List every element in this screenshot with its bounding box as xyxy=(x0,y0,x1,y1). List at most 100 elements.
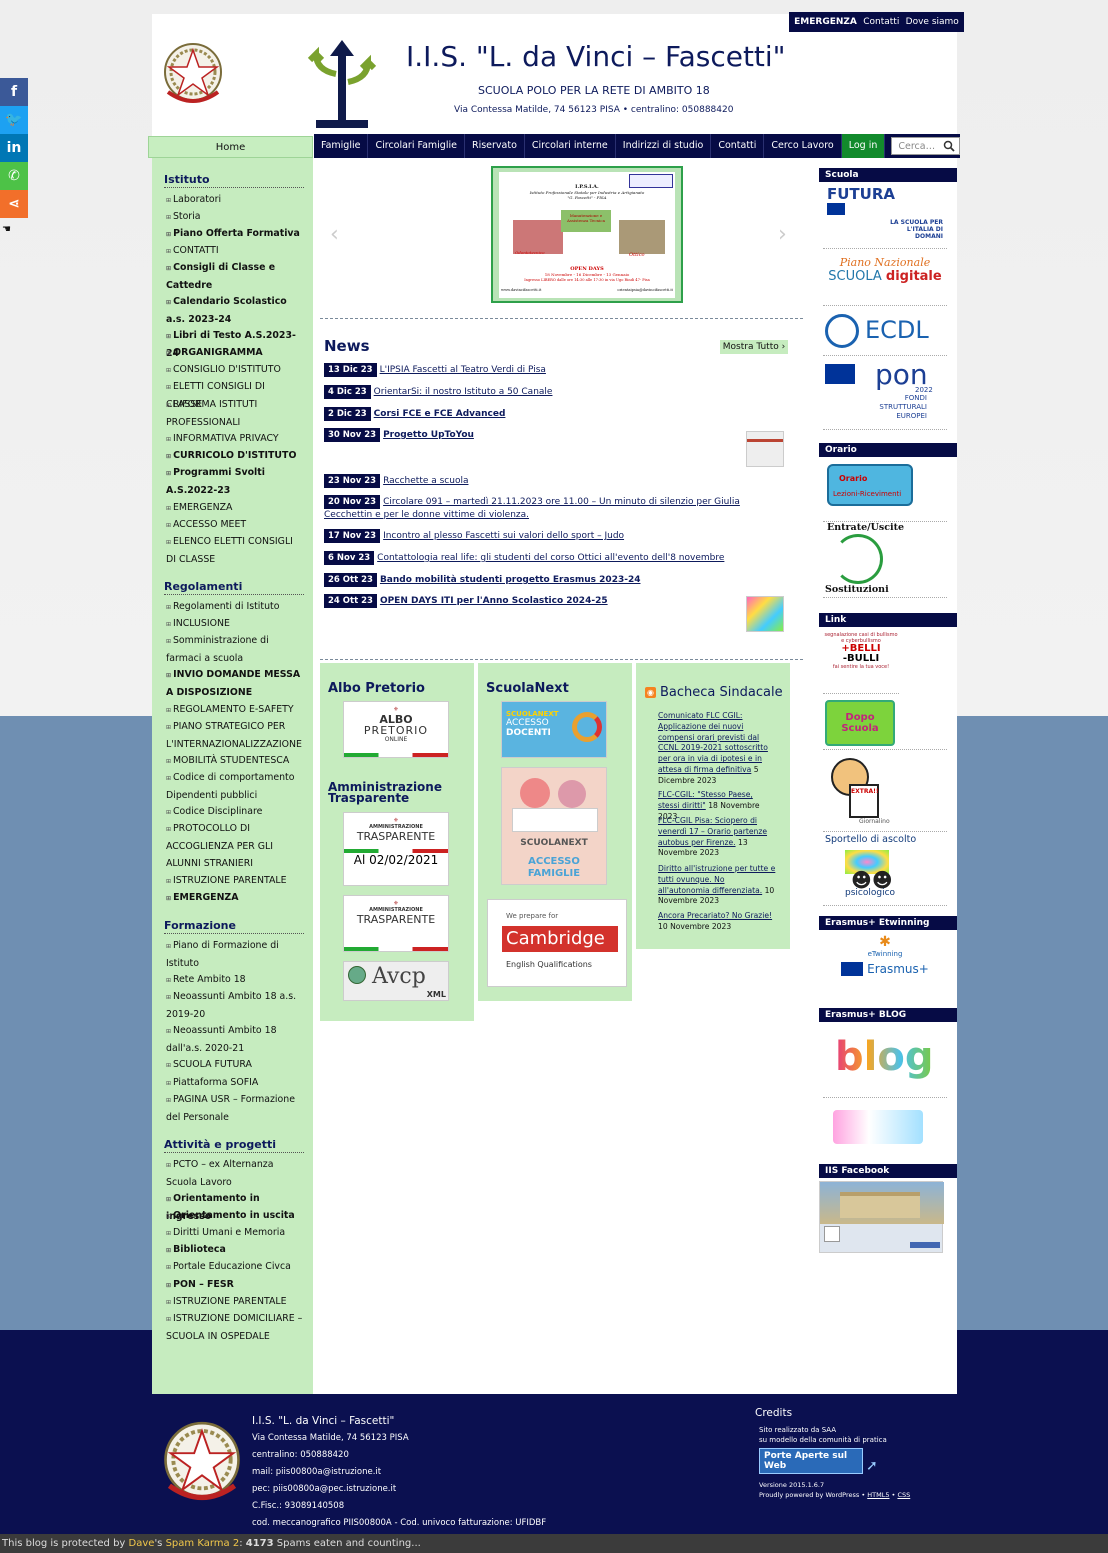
bacheca-link[interactable]: Ancora Precariato? No Grazie! xyxy=(658,911,772,920)
cambridge-badge[interactable]: We prepare for Cambridge English Qualifi… xyxy=(487,899,627,987)
sportello-label[interactable]: Sportello di ascolto xyxy=(825,834,916,845)
sidebar-link[interactable]: ISTRUZIONE PARENTALE xyxy=(166,872,304,890)
sidebar-link[interactable]: EMERGENZA xyxy=(166,889,304,907)
sidebar-link[interactable]: PAGINA USR – Formazione del Personale xyxy=(166,1091,304,1126)
albo-pretorio-badge[interactable]: ⚜ ALBO PRETORIO ONLINE xyxy=(343,701,449,758)
etwinning-erasmus-banner[interactable]: ✱ eTwinning Erasmus+ xyxy=(823,934,947,994)
scuolanext-famiglie-badge[interactable]: SCUOLANEXT ACCESSO FAMIGLIE xyxy=(501,767,607,885)
sidebar-link[interactable]: ACCESSO MEET xyxy=(166,516,304,534)
sidebar-link[interactable]: Calendario Scolastico a.s. 2023-24 xyxy=(166,293,304,328)
topnav-emergenza[interactable]: EMERGENZA xyxy=(794,17,857,27)
html5-link[interactable]: HTML5 xyxy=(867,1491,889,1499)
sidebar-link[interactable]: ORGANIGRAMMA xyxy=(166,344,304,362)
porte-aperte-badge[interactable]: Porte Aperte sul Web xyxy=(759,1448,863,1474)
avcp-badge[interactable]: Avcp XML xyxy=(343,961,449,1001)
news-link[interactable]: Racchette a scuola xyxy=(383,476,468,486)
sidebar-link[interactable]: ELENCO ELETTI CONSIGLI DI CLASSE xyxy=(166,533,304,568)
menu-cerco-lavoro[interactable]: Cerco Lavoro xyxy=(764,134,842,158)
pnsd-banner[interactable]: Piano Nazionale SCUOLA digitale xyxy=(823,256,947,306)
rss-icon[interactable]: ◉ xyxy=(645,687,656,698)
sidebar-link[interactable]: Biblioteca xyxy=(166,1241,304,1259)
entrate-uscite-banner[interactable]: Entrate/Uscite Sostituzioni xyxy=(823,522,947,598)
sidebar-link[interactable]: INCLUSIONE xyxy=(166,615,304,633)
sidebar-link[interactable]: Piattaforma SOFIA xyxy=(166,1074,304,1092)
slider-prev-icon[interactable]: ‹ xyxy=(330,222,339,247)
pon-banner[interactable]: pon 2022 FONDI STRUTTURALI EUROPEI xyxy=(823,358,947,430)
sidebar-link[interactable]: Codice Disciplinare xyxy=(166,803,304,821)
home-link[interactable]: Home xyxy=(148,136,313,158)
news-link[interactable]: Incontro al plesso Fascetti sui valori d… xyxy=(383,531,624,541)
sidebar-link[interactable]: Piano di Formazione di Istituto xyxy=(166,937,304,972)
facebook-page-preview[interactable] xyxy=(819,1181,944,1253)
topnav-contatti[interactable]: Contatti xyxy=(863,17,899,27)
news-link[interactable]: Circolare 091 – martedì 21.11.2023 ore 1… xyxy=(324,497,740,520)
topnav-dove-siamo[interactable]: Dove siamo xyxy=(906,17,959,27)
orario-button[interactable]: Orario Lezioni-Ricevimenti xyxy=(823,462,947,522)
dopo-scuola-banner[interactable]: Dopo Scuola xyxy=(823,698,947,750)
news-link[interactable]: Contattologia real life: gli studenti de… xyxy=(377,553,724,563)
sidebar-link[interactable]: CURRICOLO D'ISTITUTO xyxy=(166,447,304,465)
menu-contatti[interactable]: Contatti xyxy=(711,134,765,158)
sidebar-link[interactable]: Neoassunti Ambito 18 dall'a.s. 2020-21 xyxy=(166,1022,304,1057)
bacheca-link[interactable]: FLC-CGIL Pisa: Sciopero di venerdì 17 – … xyxy=(658,816,767,847)
hide-hand-icon[interactable]: ☚ xyxy=(2,224,11,235)
sidebar-link[interactable]: CONSIGLIO D'ISTITUTO xyxy=(166,361,304,379)
dave-link[interactable]: Dave xyxy=(129,1538,155,1549)
giornalino-banner[interactable]: EXTRA!! Giornalino xyxy=(823,754,947,832)
sidebar-link[interactable]: Somministrazione di farmaci a scuola xyxy=(166,632,304,667)
belli-bulli-banner[interactable]: segnalazione casi di bullismo e cyberbul… xyxy=(823,632,899,694)
whatsapp-icon[interactable]: ✆ xyxy=(0,162,28,190)
translate-banner[interactable] xyxy=(823,1102,947,1154)
sidebar-link[interactable]: Portale Educazione Civca xyxy=(166,1258,304,1276)
sidebar-link[interactable]: INFORMATIVA PRIVACY xyxy=(166,430,304,448)
sidebar-link[interactable]: Diritti Umani e Memoria xyxy=(166,1224,304,1242)
sidebar-link[interactable]: PCTO – ex Alternanza Scuola Lavoro xyxy=(166,1156,304,1191)
sidebar-link[interactable]: ISTRUZIONE DOMICILIARE – SCUOLA IN OSPED… xyxy=(166,1310,304,1345)
sidebar-link[interactable]: RIFORMA ISTITUTI PROFESSIONALI xyxy=(166,396,304,431)
bacheca-link[interactable]: Comunicato FLC CGIL: Applicazione dei nu… xyxy=(658,711,768,774)
news-link[interactable]: OPEN DAYS ITI per l'Anno Scolastico 2024… xyxy=(380,596,608,606)
sidebar-link[interactable]: Orientamento in uscita xyxy=(166,1207,304,1225)
menu-circolari-interne[interactable]: Circolari interne xyxy=(525,134,616,158)
sidebar-link[interactable]: Codice di comportamento Dipendenti pubbl… xyxy=(166,769,304,804)
sidebar-link[interactable]: REGOLAMENTO E-SAFETY xyxy=(166,701,304,719)
sidebar-link[interactable]: Laboratori xyxy=(166,191,304,209)
sidebar-link[interactable]: SCUOLA FUTURA xyxy=(166,1056,304,1074)
news-thumbnail[interactable] xyxy=(746,431,784,467)
sidebar-link[interactable]: PROTOCOLLO DI ACCOGLIENZA PER GLI ALUNNI… xyxy=(166,820,304,872)
sidebar-link[interactable]: Neoassunti Ambito 18 a.s. 2019-20 xyxy=(166,988,304,1023)
news-link[interactable]: Corsi FCE e FCE Advanced xyxy=(374,409,506,419)
sidebar-link[interactable]: EMERGENZA xyxy=(166,499,304,517)
linkedin-icon[interactable]: in xyxy=(0,134,28,162)
news-link[interactable]: Progetto UpToYou xyxy=(383,430,474,440)
bacheca-link[interactable]: Diritto all'istruzione per tutte e tutti… xyxy=(658,864,775,895)
twitter-icon[interactable]: 🐦 xyxy=(0,106,28,134)
sidebar-link[interactable]: ISTRUZIONE PARENTALE xyxy=(166,1293,304,1311)
news-thumbnail[interactable] xyxy=(746,596,784,632)
sidebar-link[interactable]: Piano Offerta Formativa xyxy=(166,225,304,243)
login-button[interactable]: Log in xyxy=(841,134,886,158)
futura-banner[interactable]: FUTURA LA SCUOLA PER L'ITALIA DI DOMANI xyxy=(823,185,947,249)
amm-trasparente-badge[interactable]: ⚜ AMMINISTRAZIONE TRASPARENTE Al 02/02/2… xyxy=(343,812,449,886)
news-link[interactable]: Bando mobilità studenti progetto Erasmus… xyxy=(380,575,641,585)
facebook-icon[interactable]: f xyxy=(0,78,28,106)
menu-circolari-famiglie[interactable]: Circolari Famiglie xyxy=(368,134,465,158)
psicologico-banner[interactable]: ☻☻ psicologico xyxy=(823,848,947,906)
ecdl-banner[interactable]: ECDL xyxy=(823,310,947,356)
sidebar-link[interactable]: Consigli di Classe e Cattedre xyxy=(166,259,304,294)
search-input[interactable]: Cerca… xyxy=(891,137,960,155)
spam-karma-link[interactable]: Spam Karma 2 xyxy=(166,1538,240,1549)
news-link[interactable]: L'IPSIA Fascetti al Teatro Verdi di Pisa xyxy=(380,365,546,375)
sidebar-link[interactable]: Rete Ambito 18 xyxy=(166,971,304,989)
sidebar-link[interactable]: Regolamenti di Istituto xyxy=(166,598,304,616)
show-all-button[interactable]: Mostra Tutto › xyxy=(720,340,788,354)
search-icon[interactable] xyxy=(943,140,955,152)
menu-indirizzi-di-studio[interactable]: Indirizzi di studio xyxy=(616,134,712,158)
open-days-slide[interactable]: I.P.S.I.A. Istituto Professionale Statal… xyxy=(491,166,683,303)
sidebar-link[interactable]: Storia xyxy=(166,208,304,226)
blog-banner[interactable]: blog xyxy=(823,1028,947,1098)
amm-trasparente-badge-2[interactable]: ⚜ AMMINISTRAZIONE TRASPARENTE xyxy=(343,895,449,952)
sidebar-link[interactable]: PIANO STRATEGICO PER L'INTERNAZIONALIZZA… xyxy=(166,718,304,753)
menu-riservato[interactable]: Riservato xyxy=(465,134,525,158)
menu-famiglie[interactable]: Famiglie xyxy=(314,134,369,158)
